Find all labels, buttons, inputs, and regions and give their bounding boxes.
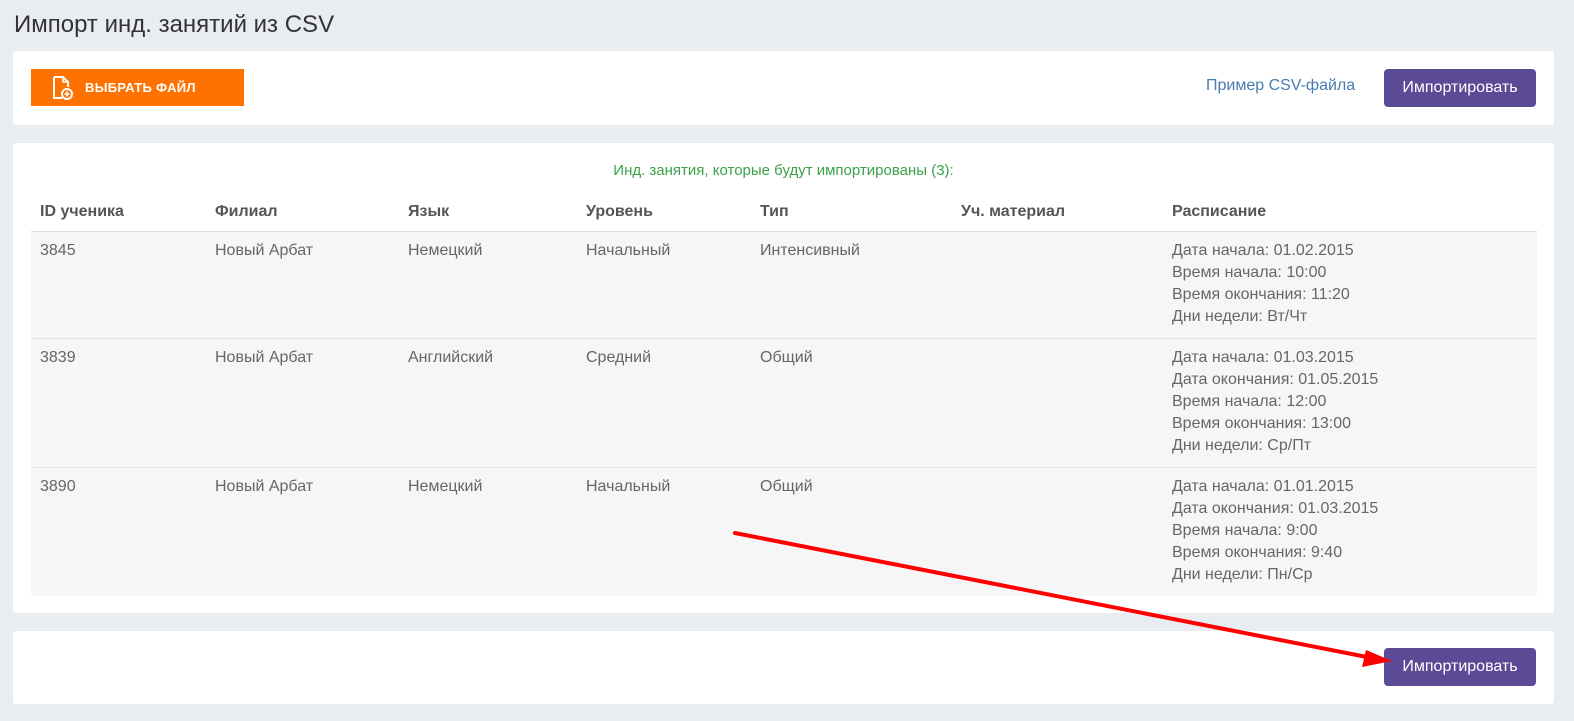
import-button-top[interactable]: Импортировать <box>1384 69 1536 107</box>
schedule-line: Дата начала: 01.01.2015 <box>1172 478 1354 495</box>
schedule-line: Время окончания: 11:20 <box>1172 286 1350 303</box>
schedule-line: Дата начала: 01.03.2015 <box>1172 349 1354 366</box>
cell-schedule: Дата начала: 01.03.2015 Дата окончания: … <box>1163 338 1537 468</box>
col-header-material: Уч. материал <box>952 195 1163 232</box>
cell-branch: Новый Арбат <box>206 338 399 468</box>
cell-type: Интенсивный <box>751 231 952 339</box>
cell-level: Начальный <box>577 231 751 339</box>
import-table: ID ученика Филиал Язык Уровень Тип Уч. м… <box>31 195 1537 596</box>
cell-schedule: Дата начала: 01.02.2015 Время начала: 10… <box>1163 231 1537 339</box>
cell-schedule: Дата начала: 01.01.2015 Дата окончания: … <box>1163 467 1537 596</box>
cell-language: Английский <box>399 338 577 468</box>
cell-language: Немецкий <box>399 231 577 339</box>
col-header-type: Тип <box>751 195 952 232</box>
schedule-line: Дни недели: Ср/Пт <box>1172 437 1312 454</box>
schedule-line: Время начала: 12:00 <box>1172 393 1327 410</box>
col-header-student-id: ID ученика <box>31 195 206 232</box>
table-row: 3839 Новый Арбат Английский Средний Общи… <box>31 338 1537 468</box>
cell-level: Средний <box>577 338 751 468</box>
cell-student-id: 3839 <box>31 338 206 468</box>
cell-material <box>952 231 1163 339</box>
col-header-level: Уровень <box>577 195 751 232</box>
schedule-line: Время окончания: 13:00 <box>1172 415 1351 432</box>
schedule-line: Дата окончания: 01.05.2015 <box>1172 371 1379 388</box>
toolbar-panel: ВЫБРАТЬ ФАЙЛ Пример CSV-файла Импортиров… <box>13 51 1554 125</box>
schedule-line: Дата начала: 01.02.2015 <box>1172 242 1354 259</box>
import-preview-panel: Инд. занятия, которые будут импортирован… <box>13 143 1554 613</box>
file-add-icon <box>53 75 73 100</box>
import-count-caption: Инд. занятия, которые будут импортирован… <box>613 162 954 179</box>
schedule-line: Дни недели: Пн/Ср <box>1172 566 1313 583</box>
csv-example-link[interactable]: Пример CSV-файла <box>1206 77 1355 95</box>
schedule-line: Время начала: 10:00 <box>1172 264 1327 281</box>
schedule-line: Дата окончания: 01.03.2015 <box>1172 500 1379 517</box>
schedule-line: Время начала: 9:00 <box>1172 522 1318 539</box>
cell-material <box>952 467 1163 596</box>
cell-branch: Новый Арбат <box>206 467 399 596</box>
bottom-action-panel: Импортировать <box>13 631 1554 704</box>
cell-level: Начальный <box>577 467 751 596</box>
cell-branch: Новый Арбат <box>206 231 399 339</box>
import-button-bottom[interactable]: Импортировать <box>1384 648 1536 686</box>
choose-file-label: ВЫБРАТЬ ФАЙЛ <box>85 80 196 95</box>
col-header-schedule: Расписание <box>1163 195 1537 232</box>
cell-type: Общий <box>751 338 952 468</box>
cell-type: Общий <box>751 467 952 596</box>
table-row: 3845 Новый Арбат Немецкий Начальный Инте… <box>31 231 1537 339</box>
col-header-language: Язык <box>399 195 577 232</box>
table-row: 3890 Новый Арбат Немецкий Начальный Общи… <box>31 467 1537 596</box>
table-header-row: ID ученика Филиал Язык Уровень Тип Уч. м… <box>31 195 1537 232</box>
cell-material <box>952 338 1163 468</box>
col-header-branch: Филиал <box>206 195 399 232</box>
schedule-line: Время окончания: 9:40 <box>1172 544 1343 561</box>
choose-file-button[interactable]: ВЫБРАТЬ ФАЙЛ <box>31 69 244 106</box>
cell-student-id: 3890 <box>31 467 206 596</box>
cell-language: Немецкий <box>399 467 577 596</box>
page-title: Импорт инд. занятий из CSV <box>14 11 335 38</box>
schedule-line: Дни недели: Вт/Чт <box>1172 308 1308 325</box>
cell-student-id: 3845 <box>31 231 206 339</box>
